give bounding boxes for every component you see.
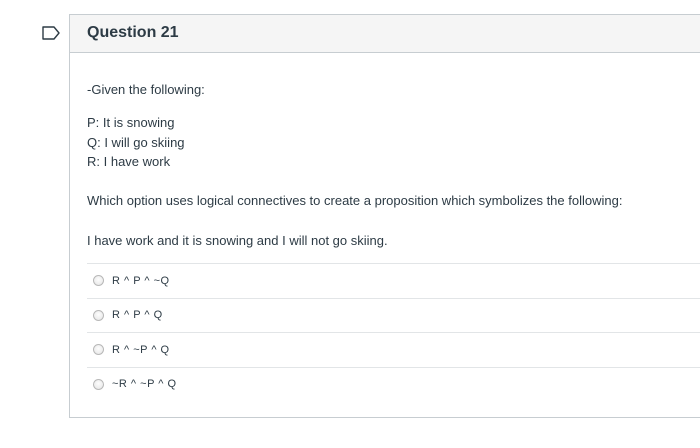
answer-option-4[interactable]: ~R ^ ~P ^ Q — [87, 366, 700, 402]
premise-list: P: It is snowing Q: I will go skiing R: … — [87, 113, 700, 172]
answer-label: R ^ P ^ ~Q — [112, 274, 170, 287]
radio-unchecked-icon[interactable] — [93, 309, 104, 321]
question-card: Question 21 -Given the following: P: It … — [69, 14, 700, 418]
answer-label: R ^ ~P ^ Q — [112, 343, 170, 356]
question-body: -Given the following: P: It is snowing Q… — [70, 53, 700, 251]
flag-question-icon[interactable] — [42, 26, 60, 40]
radio-unchecked-icon[interactable] — [93, 344, 104, 356]
answer-option-2[interactable]: R ^ P ^ Q — [87, 297, 700, 333]
answer-label: ~R ^ ~P ^ Q — [112, 378, 177, 391]
answer-label: R ^ P ^ Q — [112, 309, 163, 322]
question-header: Question 21 — [70, 15, 700, 53]
answer-option-3[interactable]: R ^ ~P ^ Q — [87, 332, 700, 367]
premise-q: Q: I will go skiing — [87, 134, 185, 150]
answer-list: R ^ P ^ ~Q R ^ P ^ Q R ^ ~P ^ Q ~R ^ ~P … — [87, 263, 700, 401]
radio-unchecked-icon[interactable] — [93, 378, 104, 390]
question-statement: I have work and it is snowing and I will… — [87, 232, 388, 248]
premise-p: P: It is snowing — [87, 115, 175, 130]
question-title: Question 21 — [87, 24, 179, 41]
question-prompt: Which option uses logical connectives to… — [87, 192, 623, 208]
question-intro: -Given the following: — [87, 82, 205, 97]
premise-r: R: I have work — [87, 154, 171, 169]
radio-unchecked-icon[interactable] — [93, 275, 104, 287]
answer-option-1[interactable]: R ^ P ^ ~Q — [87, 263, 700, 298]
